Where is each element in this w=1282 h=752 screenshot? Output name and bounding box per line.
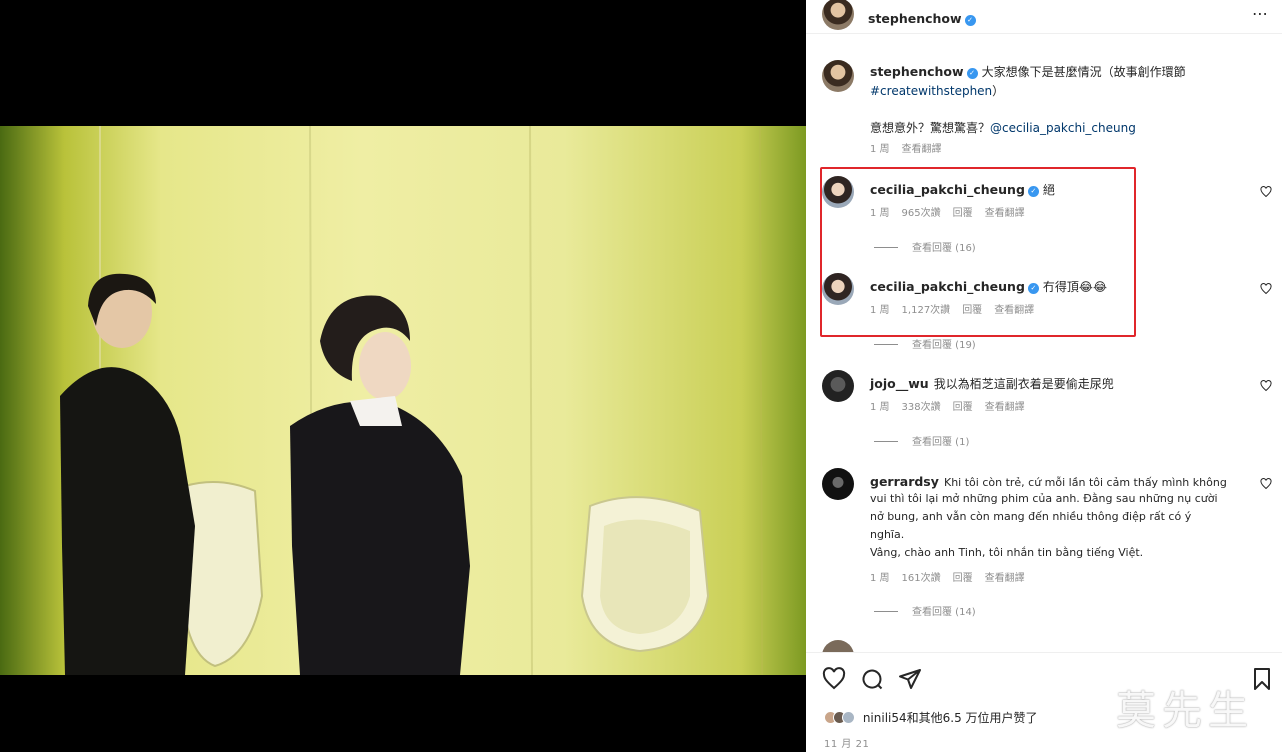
caption-time: 1 周 bbox=[870, 144, 890, 155]
view-replies-toggle[interactable]: 查看回覆 (14) bbox=[874, 603, 976, 618]
caption-username[interactable]: stephenchow bbox=[870, 64, 964, 79]
woman-face bbox=[359, 332, 411, 400]
comment-username[interactable]: gerrardsy bbox=[870, 474, 939, 489]
comment-meta: 1 周 965次讚 回覆 查看翻譯 bbox=[870, 204, 1037, 219]
comment-meta: 1 周 1,127次讚 回覆 查看翻譯 bbox=[870, 301, 1046, 316]
share-send-icon[interactable] bbox=[898, 667, 922, 691]
photo-illustration bbox=[60, 126, 763, 675]
author-username[interactable]: stephenchow bbox=[868, 11, 962, 26]
post-photo[interactable] bbox=[0, 126, 806, 675]
caption-text: 大家想像下是甚麼情況（故事創作環節 bbox=[981, 65, 1186, 79]
comment-username[interactable]: cecilia_pakchi_cheung bbox=[870, 182, 1025, 197]
caption-translate-link[interactable]: 查看翻譯 bbox=[902, 144, 942, 155]
post-header: stephenchow ✓ ⋯ bbox=[806, 0, 1282, 34]
likes-text: ninili54和其他6.5 万位用户赞了 bbox=[862, 711, 1038, 725]
comment-likes[interactable]: 161次讚 bbox=[902, 573, 941, 584]
comment-likes[interactable]: 338次讚 bbox=[902, 402, 941, 413]
view-replies-label: 查看回覆 (19) bbox=[912, 340, 976, 351]
verified-badge-icon: ✓ bbox=[964, 15, 976, 26]
author-avatar[interactable] bbox=[822, 0, 854, 30]
urinal-right-bowl bbox=[600, 519, 690, 634]
comment-translate-link[interactable]: 查看翻譯 bbox=[985, 208, 1025, 219]
verified-badge-icon: ✓ bbox=[966, 68, 978, 79]
caption-avatar[interactable] bbox=[822, 60, 854, 92]
wall-seam bbox=[529, 126, 533, 675]
caption-mention[interactable]: @cecilia_pakchi_cheung bbox=[990, 121, 1136, 135]
comment-like-heart-icon[interactable] bbox=[1260, 283, 1272, 295]
more-options-icon[interactable]: ⋯ bbox=[1252, 4, 1268, 23]
comment-text-line: Vâng, chào anh Tinh, tôi nhắn tin bằng t… bbox=[870, 546, 1144, 559]
view-replies-toggle[interactable]: 查看回覆 (16) bbox=[874, 239, 976, 254]
comment-likes[interactable]: 1,127次讚 bbox=[902, 305, 951, 316]
comment-translate-link[interactable]: 查看翻譯 bbox=[994, 305, 1034, 316]
view-replies-toggle[interactable]: 查看回覆 (19) bbox=[874, 336, 976, 351]
comment-username[interactable]: cecilia_pakchi_cheung bbox=[870, 279, 1025, 294]
likes-summary[interactable]: ninili54和其他6.5 万位用户赞了 bbox=[824, 709, 1038, 726]
comment-time: 1 周 bbox=[870, 305, 890, 316]
caption-line-1: stephenchow ✓ 大家想像下是甚麼情況（故事創作環節 bbox=[870, 61, 1186, 80]
comment-meta: 1 周 161次讚 回覆 查看翻譯 bbox=[870, 569, 1037, 584]
post-side-panel: stephenchow ✓ ⋯ stephenchow ✓ 大家想像下是甚麼情況（故事… bbox=[806, 0, 1282, 752]
caption-line-3: 意想意外？驚想驚喜？@cecilia_pakchi_cheung bbox=[870, 117, 1136, 136]
comment-text-line: vui thì tôi lại mở những phim của anh. Đ… bbox=[870, 492, 1218, 505]
comment-text: 絕 bbox=[1042, 183, 1055, 197]
comment-like-heart-icon[interactable] bbox=[1260, 380, 1272, 392]
comment-text: 冇得頂😂😂 bbox=[1042, 280, 1107, 294]
comment-line: jojo__wu 我以為栢芝這副衣着是要偷走尿兜 bbox=[870, 373, 1114, 392]
post-date: 11 月 21 bbox=[824, 739, 870, 750]
comment-avatar[interactable] bbox=[822, 273, 854, 305]
comment-text-line: Khi tôi còn trẻ, cứ mỗi lần tôi cảm thấy… bbox=[943, 476, 1227, 489]
wall-seam bbox=[759, 126, 763, 675]
caption-meta: 1 周 查看翻譯 bbox=[870, 140, 954, 155]
comment-translate-link[interactable]: 查看翻譯 bbox=[985, 402, 1025, 413]
comment-body: gerrardsy Khi tôi còn trẻ, cứ mỗi lần tô… bbox=[870, 471, 1250, 562]
urinal-left bbox=[180, 481, 264, 668]
comment-like-heart-icon[interactable] bbox=[1260, 478, 1272, 490]
comment-reply-button[interactable]: 回覆 bbox=[953, 208, 973, 219]
comment-line: cecilia_pakchi_cheung ✓ 冇得頂😂😂 bbox=[870, 276, 1107, 295]
caption-question: 意想意外？驚想驚喜？ bbox=[870, 121, 991, 135]
cutoff-comment bbox=[820, 638, 1260, 652]
comment-line: cecilia_pakchi_cheung ✓ 絕 bbox=[870, 179, 1055, 198]
verified-badge-icon: ✓ bbox=[1027, 283, 1039, 294]
comment-avatar[interactable] bbox=[822, 370, 854, 402]
man-figure bbox=[60, 367, 195, 675]
comment-text-line: nghĩa. bbox=[870, 528, 905, 541]
comment-reply-button[interactable]: 回覆 bbox=[953, 573, 973, 584]
comment-like-heart-icon[interactable] bbox=[1260, 186, 1272, 198]
comment-text: 我以為栢芝這副衣着是要偷走尿兜 bbox=[933, 377, 1114, 391]
view-replies-label: 查看回覆 (1) bbox=[912, 437, 970, 448]
woman-figure bbox=[290, 401, 470, 675]
watermark-text: 莫先生 bbox=[1116, 688, 1254, 734]
view-replies-label: 查看回覆 (14) bbox=[912, 607, 976, 618]
view-replies-toggle[interactable]: 查看回覆 (1) bbox=[874, 433, 969, 448]
comment-line: gerrardsy Khi tôi còn trẻ, cứ mỗi lần tô… bbox=[870, 471, 1250, 490]
comment-avatar[interactable] bbox=[822, 468, 854, 500]
comment-meta: 1 周 338次讚 回覆 查看翻譯 bbox=[870, 398, 1037, 413]
verified-badge-icon: ✓ bbox=[1027, 186, 1039, 197]
comment-reply-button[interactable]: 回覆 bbox=[962, 305, 982, 316]
caption-hashtag[interactable]: #createwithstephen bbox=[870, 84, 992, 98]
comment-username[interactable]: jojo__wu bbox=[870, 376, 929, 391]
comment-avatar bbox=[822, 640, 854, 652]
comment-avatar[interactable] bbox=[822, 176, 854, 208]
comment-text-line: nở bung, anh vẫn còn mang đến nhiều thôn… bbox=[870, 510, 1192, 523]
comment-time: 1 周 bbox=[870, 208, 890, 219]
comment-time: 1 周 bbox=[870, 402, 890, 413]
caption-close: ） bbox=[992, 84, 1005, 98]
liker-avatar bbox=[842, 711, 855, 724]
comment-reply-button[interactable]: 回覆 bbox=[953, 402, 973, 413]
view-replies-label: 查看回覆 (16) bbox=[912, 243, 976, 254]
comment-time: 1 周 bbox=[870, 573, 890, 584]
comment-likes[interactable]: 965次讚 bbox=[902, 208, 941, 219]
comment-translate-link[interactable]: 查看翻譯 bbox=[985, 573, 1025, 584]
comment-bubble-icon[interactable] bbox=[860, 667, 884, 691]
caption-line-2: #createwithstephen） bbox=[870, 80, 1004, 99]
like-heart-icon[interactable] bbox=[822, 667, 846, 691]
post-media-pane bbox=[0, 0, 806, 752]
